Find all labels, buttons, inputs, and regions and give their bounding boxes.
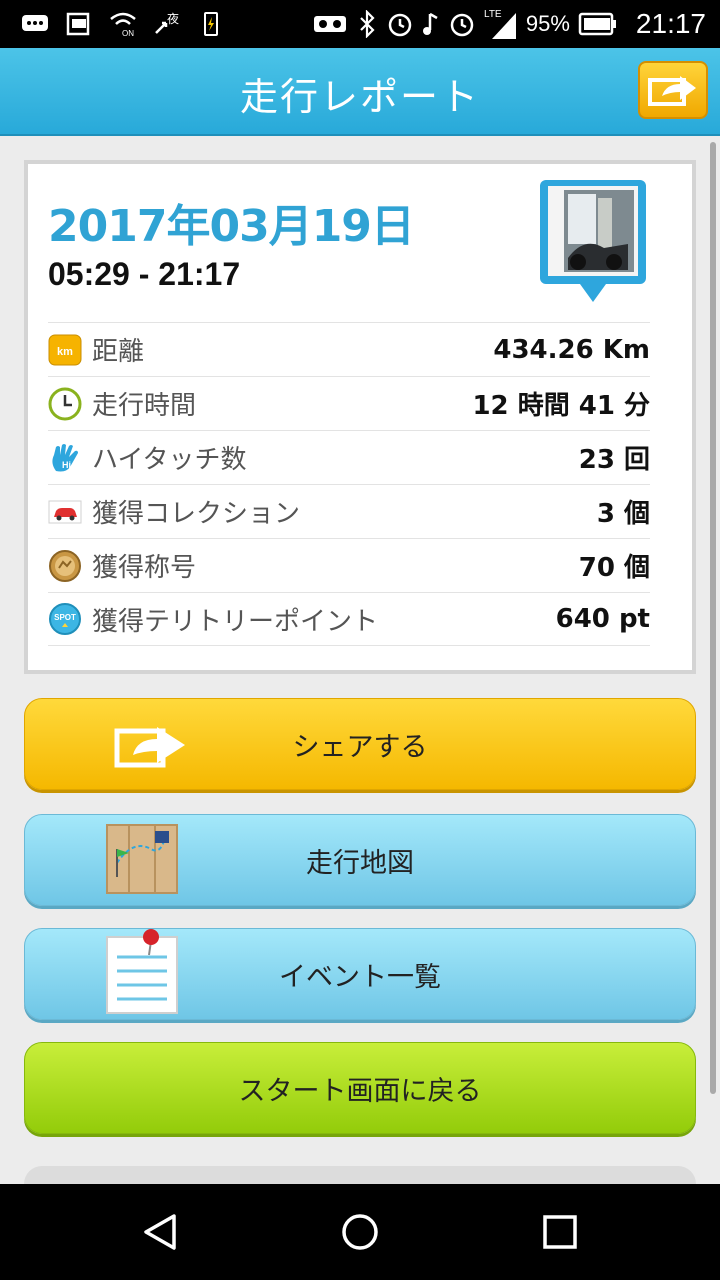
stat-label: ハイタッチ数	[92, 445, 247, 475]
status-time: 21:17	[635, 8, 706, 39]
scrollbar[interactable]	[710, 142, 716, 1094]
music-icon	[422, 12, 438, 35]
share-button[interactable]: シェアする	[24, 698, 696, 790]
battery-percent: 95%	[525, 11, 570, 36]
stats-list: km 距離 434.26 Km 走行時間 12 時間 41 分 Hi ハイタッチ…	[48, 322, 650, 646]
stat-value: 12 時間 41 分	[472, 391, 650, 421]
share-arrow-icon	[114, 727, 185, 768]
spot-icon: SPOT	[48, 602, 82, 636]
stat-value: 3 個	[596, 499, 650, 529]
stat-label: 獲得テリトリーポイント	[92, 606, 379, 637]
navigation-bar	[0, 1184, 720, 1280]
svg-text:km: km	[57, 346, 73, 358]
back-to-start-button[interactable]: スタート画面に戻る	[24, 1042, 696, 1134]
stat-row-time: 走行時間 12 時間 41 分	[48, 376, 650, 430]
km-icon: km	[48, 333, 82, 367]
message-icon	[22, 15, 48, 31]
stat-label: 獲得コレクション	[92, 499, 301, 529]
home-icon[interactable]	[336, 1208, 384, 1256]
medal-icon	[48, 549, 82, 583]
photo-pin-thumbnail[interactable]	[538, 178, 648, 308]
stat-label: 獲得称号	[92, 553, 197, 583]
svg-text:Hi: Hi	[62, 460, 71, 470]
night-mode-icon: 夜	[155, 11, 179, 34]
back-icon[interactable]	[136, 1208, 184, 1256]
lte-signal-icon: LTE	[484, 9, 516, 39]
svg-text:SPOT: SPOT	[54, 613, 76, 622]
svg-text:ON: ON	[122, 29, 134, 37]
stat-row-titles: 獲得称号 70 個	[48, 538, 650, 592]
report-content[interactable]: 2017年03月19日 05:29 - 21:17 km 距離 434.26 K…	[0, 136, 720, 1184]
status-right-icons: LTE 95% 21:17	[312, 0, 706, 48]
report-card: 2017年03月19日 05:29 - 21:17 km 距離 434.26 K…	[24, 160, 696, 674]
report-time-range: 05:29 - 21:17	[48, 256, 241, 292]
header-share-button[interactable]	[638, 61, 708, 119]
back-to-start-label: スタート画面に戻る	[238, 1075, 482, 1107]
alarm-icon	[450, 13, 474, 37]
stat-value: 23 回	[578, 445, 650, 475]
wifi-on-icon: ON	[110, 12, 136, 37]
map-button-label: 走行地図	[306, 847, 414, 879]
status-left-icons: ON 夜	[20, 8, 226, 40]
stat-row-hightouch: Hi ハイタッチ数 23 回	[48, 430, 650, 484]
events-button[interactable]: イベント一覧	[24, 928, 696, 1020]
share-button-label: シェアする	[292, 731, 428, 763]
hightouch-icon: Hi	[48, 441, 82, 475]
stat-label: 走行時間	[92, 391, 197, 421]
map-icon	[106, 824, 178, 894]
report-date: 2017年03月19日	[48, 201, 415, 252]
map-button[interactable]: 走行地図	[24, 814, 696, 906]
stat-label: 距離	[92, 337, 145, 367]
svg-text:夜: 夜	[167, 11, 179, 26]
vr-icon	[313, 16, 346, 32]
clock-icon	[48, 387, 82, 421]
events-button-label: イベント一覧	[279, 961, 441, 993]
alarm-icon	[388, 13, 412, 37]
stat-row-territory: SPOT 獲得テリトリーポイント 640 pt	[48, 592, 650, 646]
recents-icon[interactable]	[536, 1208, 584, 1256]
stat-value: 640 pt	[555, 604, 650, 634]
page-title: 走行レポート	[239, 75, 480, 119]
status-bar: ON 夜 LTE 95% 21:17	[0, 0, 720, 48]
next-card-peek	[24, 1166, 696, 1184]
photo-icon	[66, 12, 90, 36]
stat-row-collection: 獲得コレクション 3 個	[48, 484, 650, 538]
app-header: 走行レポート	[0, 48, 720, 136]
stat-value: 70 個	[578, 553, 650, 583]
stat-value: 434.26 Km	[493, 334, 650, 365]
stat-row-distance: km 距離 434.26 Km	[48, 322, 650, 376]
bluetooth-icon	[360, 10, 375, 38]
svg-text:LTE: LTE	[484, 9, 502, 20]
battery-charging-icon	[204, 12, 218, 36]
notepad-pin-icon	[106, 929, 178, 1014]
car-icon	[48, 495, 82, 529]
battery-icon	[578, 12, 616, 36]
share-arrow-icon	[648, 76, 696, 106]
